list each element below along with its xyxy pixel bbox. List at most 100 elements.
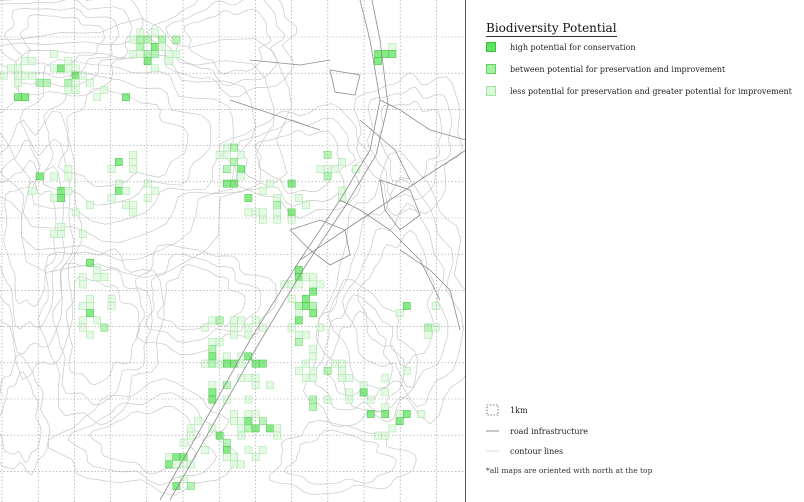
mid-potential-cell (294, 302, 303, 310)
low-potential-cell (172, 50, 181, 58)
low-potential-cell (201, 323, 210, 332)
low-potential-cell (50, 64, 58, 73)
low-potential-cell (50, 50, 58, 58)
low-potential-cell (266, 381, 274, 390)
road-line-icon (486, 430, 499, 432)
road-segment (359, 119, 411, 181)
low-potential-cell (165, 57, 174, 66)
high-swatch-icon (486, 42, 496, 52)
low-potential-cell (230, 453, 238, 462)
road-segment (289, 219, 351, 266)
low-potential-cell (237, 431, 246, 440)
low-potential-cell (258, 323, 267, 332)
high-potential-cell (222, 359, 231, 368)
contour-line (0, 159, 66, 330)
low-potential-cell (107, 302, 116, 310)
low-potential-cell (402, 366, 411, 375)
low-potential-cell (208, 338, 217, 346)
low-potential-cell (71, 86, 80, 94)
high-potential-cell (402, 410, 411, 418)
orientation-note: *all maps are oriented with north at the… (486, 466, 653, 475)
low-potential-cell (122, 186, 130, 195)
low-potential-cell (158, 42, 166, 51)
low-potential-cell (78, 316, 87, 325)
high-potential-cell (114, 158, 123, 166)
low-potential-cell (302, 273, 310, 282)
low-potential-cell (244, 410, 253, 418)
low-potential-cell (129, 150, 138, 159)
road-segment (379, 99, 466, 141)
low-potential-cell (338, 186, 346, 195)
low-potential-cell (309, 374, 318, 382)
low-potential-cell (273, 208, 282, 217)
low-potential-cell (208, 381, 217, 390)
contour-line (0, 110, 83, 380)
high-potential-cell (230, 179, 238, 188)
low-potential-cell (294, 330, 303, 339)
low-potential-cell (381, 402, 390, 411)
low-potential-cell (71, 78, 80, 87)
low-potential-cell (309, 345, 318, 354)
low-potential-cell (215, 338, 224, 346)
low-potential-cell (64, 186, 73, 195)
low-potential-cell (237, 172, 246, 181)
legend-item-low: less potential for preservation and grea… (486, 84, 792, 98)
low-potential-cell (381, 374, 390, 382)
high-potential-cell (244, 352, 253, 361)
low-potential-cell (230, 417, 238, 426)
low-potential-cell (100, 273, 109, 282)
low-potential-cell (6, 64, 15, 73)
low-potential-cell (244, 323, 253, 332)
mid-potential-cell (64, 78, 73, 87)
legend: Biodiversity Potential high potential fo… (486, 0, 796, 502)
high-potential-cell (266, 424, 274, 433)
low-potential-cell (215, 359, 224, 368)
low-potential-cell (258, 215, 267, 224)
low-potential-cell (150, 64, 159, 73)
low-potential-cell (64, 86, 73, 94)
low-potential-cell (100, 86, 109, 94)
low-potential-cell (345, 395, 354, 404)
low-potential-cell (273, 194, 282, 202)
low-potential-cell (316, 280, 325, 289)
low-potential-cell (93, 273, 102, 282)
mid-potential-cell (222, 165, 231, 174)
low-potential-cell (143, 194, 152, 202)
low-potential-cell (21, 57, 30, 66)
low-potential-cell (338, 366, 346, 375)
low-potential-cell (338, 374, 346, 382)
contour-line-icon (486, 450, 499, 452)
low-potential-cell (64, 172, 73, 181)
low-potential-cell (273, 431, 282, 440)
low-potential-cell (28, 57, 37, 66)
mid-potential-cell (208, 345, 217, 354)
low-potential-cell (222, 150, 231, 159)
low-potential-cell (71, 64, 80, 73)
map-border (465, 0, 466, 502)
legend-item-1km: 1km (486, 403, 528, 417)
road-segment (249, 59, 331, 66)
low-potential-cell (395, 410, 404, 418)
high-potential-cell (21, 93, 30, 102)
low-potential-cell (294, 366, 303, 375)
low-potential-cell (302, 359, 310, 368)
low-potential-cell (417, 410, 426, 418)
low-potential-cell (309, 273, 318, 282)
legend-label-high: high potential for conservation (510, 42, 636, 52)
mid-potential-cell (136, 42, 145, 51)
low-potential-cell (93, 266, 102, 274)
mid-potential-cell (215, 316, 224, 325)
low-potential-cell (129, 158, 138, 166)
low-potential-cell (388, 424, 397, 433)
low-potential-cell (165, 50, 174, 58)
low-potential-cell (14, 64, 22, 73)
road-segment (329, 69, 361, 96)
contour-line (146, 0, 297, 98)
low-potential-cell (273, 424, 282, 433)
low-potential-cell (302, 201, 310, 210)
low-potential-cell (150, 28, 159, 37)
low-potential-cell (381, 388, 390, 397)
mid-potential-cell (100, 323, 109, 332)
low-potential-cell (316, 165, 325, 174)
high-potential-cell (86, 258, 94, 267)
